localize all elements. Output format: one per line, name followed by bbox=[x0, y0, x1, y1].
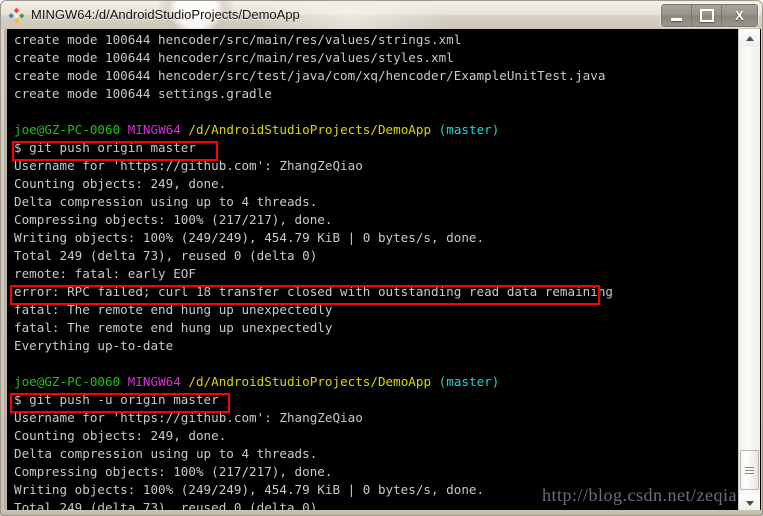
terminal-line: fatal: The remote end hung up unexpected… bbox=[14, 302, 333, 317]
close-icon: X bbox=[735, 8, 744, 23]
window-controls: X bbox=[661, 4, 758, 27]
terminal-output[interactable]: create mode 100644 hencoder/src/main/res… bbox=[10, 29, 738, 512]
terminal-line: Username for 'https://github.com': Zhang… bbox=[14, 158, 363, 173]
scroll-up-arrow-icon bbox=[745, 35, 754, 41]
terminal-line: create mode 100644 hencoder/src/test/jav… bbox=[14, 68, 606, 83]
terminal-line: Total 249 (delta 73), reused 0 (delta 0) bbox=[14, 248, 318, 263]
watermark-text: http://blog.csdn.net/zeqia bbox=[542, 485, 737, 505]
minimize-icon bbox=[671, 17, 682, 21]
terminal-line: Counting objects: 249, done. bbox=[14, 176, 227, 191]
minimize-button[interactable] bbox=[662, 5, 692, 26]
prompt-path: /d/AndroidStudioProjects/DemoApp bbox=[188, 374, 432, 389]
terminal-line: Compressing objects: 100% (217/217), don… bbox=[14, 464, 333, 479]
close-button[interactable]: X bbox=[722, 5, 757, 26]
terminal-command-line: $ git push origin master bbox=[14, 140, 196, 155]
maximize-button[interactable] bbox=[692, 5, 722, 26]
prompt-user-host: joe@GZ-PC-0060 bbox=[14, 122, 121, 137]
terminal-window: MINGW64:/d/AndroidStudioProjects/DemoApp… bbox=[0, 0, 763, 516]
terminal-line: Compressing objects: 100% (217/217), don… bbox=[14, 212, 333, 227]
terminal-line: Username for 'https://github.com': Zhang… bbox=[14, 410, 363, 425]
terminal-command-line: $ git push -u origin master bbox=[14, 392, 219, 407]
window-bottom-edge bbox=[1, 510, 762, 515]
terminal-line: create mode 100644 hencoder/src/main/res… bbox=[14, 50, 454, 65]
terminal-line: Counting objects: 249, done. bbox=[14, 428, 227, 443]
scroll-thumb-grip-icon bbox=[745, 466, 754, 474]
terminal-error-line: error: RPC failed; curl 18 transfer clos… bbox=[14, 284, 613, 299]
terminal-line: Everything up-to-date bbox=[14, 338, 174, 353]
terminal-client-area[interactable]: create mode 100644 hencoder/src/main/res… bbox=[4, 29, 761, 512]
prompt-path: /d/AndroidStudioProjects/DemoApp bbox=[188, 122, 432, 137]
scroll-up-button[interactable] bbox=[739, 29, 760, 47]
terminal-prompt-line: joe@GZ-PC-0060 MINGW64 /d/AndroidStudioP… bbox=[14, 121, 499, 139]
prompt-branch: (master) bbox=[438, 374, 500, 389]
terminal-line: create mode 100644 hencoder/src/main/res… bbox=[14, 32, 462, 47]
terminal-line: Delta compression using up to 4 threads. bbox=[14, 446, 318, 461]
terminal-prompt-line: joe@GZ-PC-0060 MINGW64 /d/AndroidStudioP… bbox=[14, 373, 499, 391]
window-title: MINGW64:/d/AndroidStudioProjects/DemoApp bbox=[31, 7, 300, 22]
prompt-shell: MINGW64 bbox=[127, 122, 181, 137]
scroll-thumb[interactable] bbox=[740, 450, 759, 490]
vertical-scrollbar[interactable] bbox=[738, 29, 760, 512]
prompt-branch: (master) bbox=[438, 122, 500, 137]
terminal-line: create mode 100644 settings.gradle bbox=[14, 86, 272, 101]
scroll-down-arrow-icon bbox=[745, 500, 754, 506]
git-bash-diamond-icon bbox=[8, 7, 25, 24]
prompt-shell: MINGW64 bbox=[127, 374, 181, 389]
maximize-icon bbox=[699, 9, 714, 22]
terminal-line: fatal: The remote end hung up unexpected… bbox=[14, 320, 333, 335]
terminal-line: remote: fatal: early EOF bbox=[14, 266, 196, 281]
terminal-line: Delta compression using up to 4 threads. bbox=[14, 194, 318, 209]
terminal-line: Writing objects: 100% (249/249), 454.79 … bbox=[14, 230, 485, 245]
title-bar[interactable]: MINGW64:/d/AndroidStudioProjects/DemoApp… bbox=[1, 1, 762, 29]
prompt-user-host: joe@GZ-PC-0060 bbox=[14, 374, 121, 389]
terminal-line: Writing objects: 100% (249/249), 454.79 … bbox=[14, 482, 485, 497]
